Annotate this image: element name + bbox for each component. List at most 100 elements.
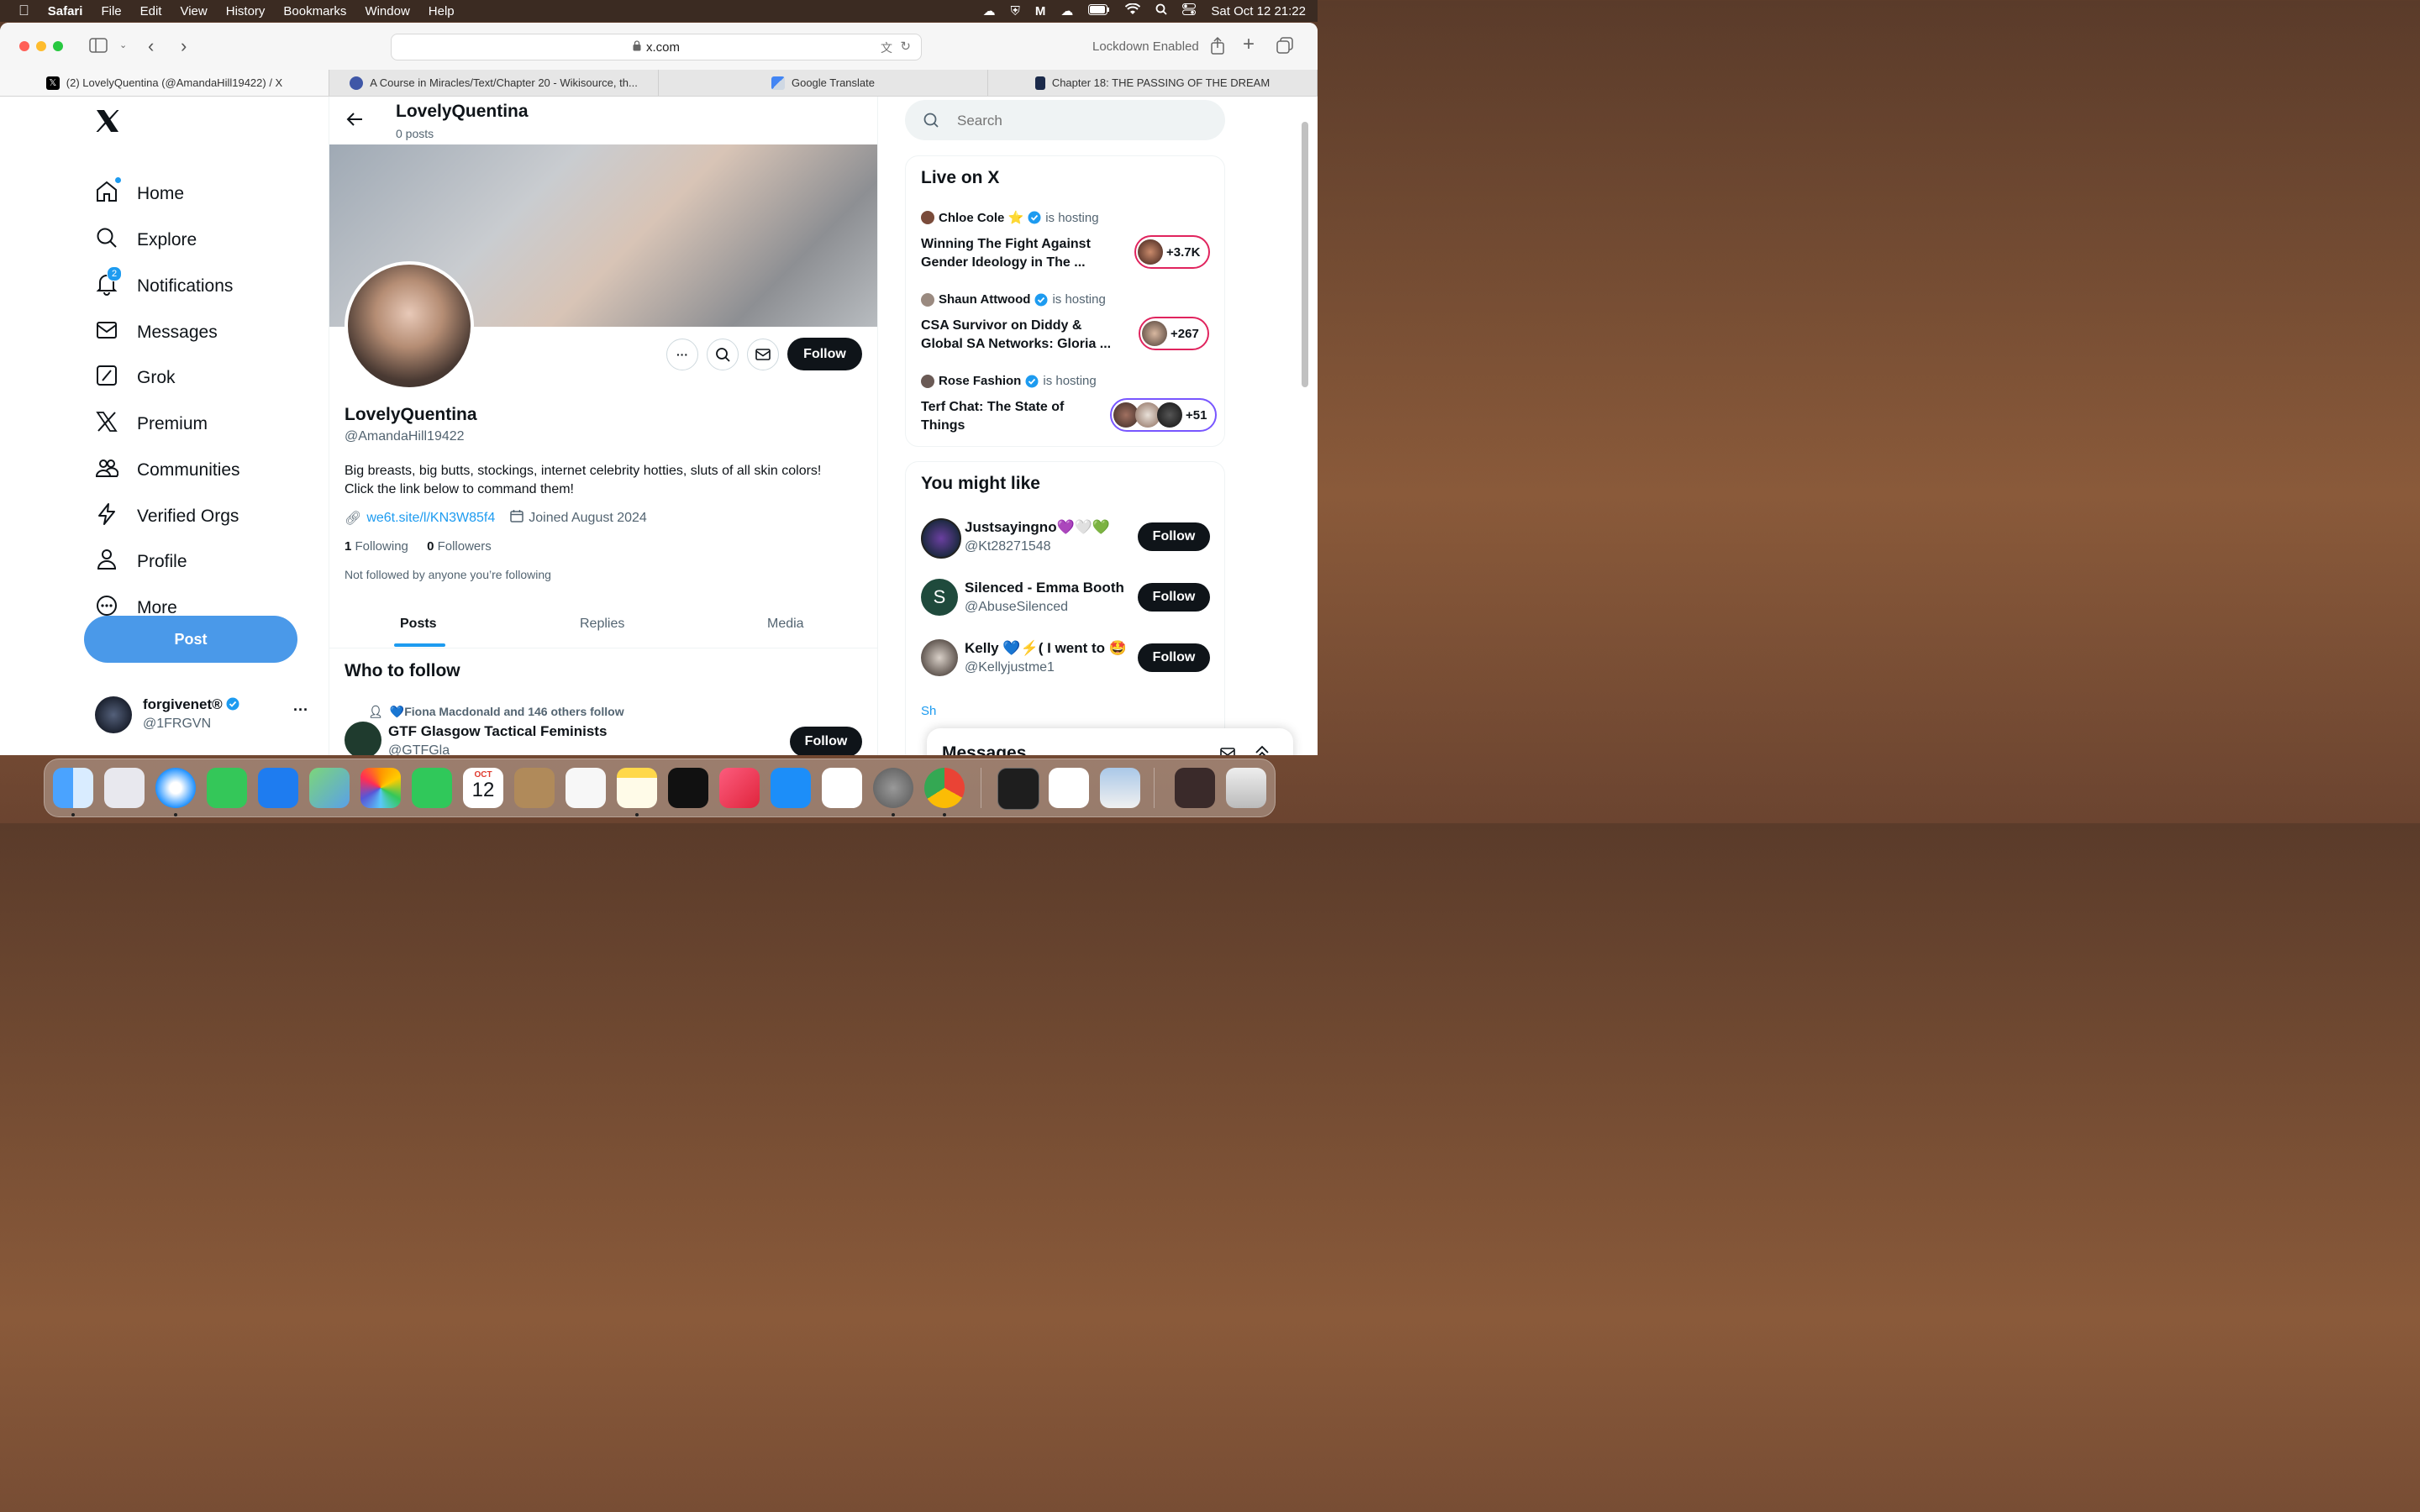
follow-button[interactable]: Follow (1138, 583, 1210, 612)
spotlight-icon[interactable] (1155, 3, 1168, 18)
translate-icon[interactable]: 文 (881, 39, 892, 56)
notes-icon[interactable] (617, 768, 657, 808)
wifi-icon[interactable] (1125, 3, 1141, 18)
avatar[interactable] (345, 722, 381, 755)
tab-media[interactable]: Media (767, 617, 804, 632)
menu-edit[interactable]: Edit (140, 4, 162, 18)
apple-tv-icon[interactable] (668, 768, 708, 808)
sidebar-toggle-icon[interactable] (89, 38, 108, 57)
tab-chapter-18[interactable]: Chapter 18: THE PASSING OF THE DREAM (988, 70, 1318, 96)
clock[interactable]: Sat Oct 12 21:22 (1211, 4, 1306, 18)
avatar[interactable] (921, 639, 958, 676)
follow-button[interactable]: Follow (787, 338, 862, 370)
follow-button[interactable]: Follow (1138, 643, 1210, 672)
zoom-window-button[interactable] (53, 41, 63, 51)
menu-help[interactable]: Help (429, 4, 455, 18)
tab-posts[interactable]: Posts (400, 617, 437, 632)
live-listeners-pill[interactable]: +3.7K (1134, 235, 1211, 269)
menu-app-name[interactable]: Safari (48, 4, 83, 18)
suggestion-name[interactable]: Kelly 💙⚡( I went to 🤩 (965, 640, 1127, 657)
avatar[interactable]: S (921, 579, 958, 616)
live-listeners-pill[interactable]: +51 (1110, 398, 1218, 432)
follow-button[interactable]: Follow (790, 727, 862, 755)
malwarebytes-icon[interactable]: M (1035, 4, 1046, 18)
maps-icon[interactable] (309, 768, 350, 808)
live-title[interactable]: Terf Chat: The State of Things (921, 398, 1064, 435)
preview-icon[interactable] (1100, 768, 1140, 808)
back-icon[interactable]: ‹ (148, 35, 154, 57)
suggestion-name[interactable]: Justsayingno💜🤍💚 (965, 519, 1110, 536)
live-title[interactable]: CSA Survivor on Diddy & Global SA Networ… (921, 317, 1111, 354)
downloads-stack-icon[interactable] (1175, 768, 1215, 808)
finder-icon[interactable] (53, 768, 93, 808)
address-bar[interactable]: x.com 文 ↻ (391, 34, 922, 60)
minimize-window-button[interactable] (36, 41, 46, 51)
following-link[interactable]: 1 Following (345, 539, 408, 554)
followers-link[interactable]: 0 Followers (427, 539, 492, 554)
menu-view[interactable]: View (180, 4, 207, 18)
mail-app-icon[interactable] (258, 768, 298, 808)
tab-google-translate[interactable]: Google Translate (659, 70, 988, 96)
launchpad-icon[interactable] (104, 768, 145, 808)
music-icon[interactable] (719, 768, 760, 808)
live-listeners-pill[interactable]: +267 (1139, 317, 1209, 350)
scrollbar-thumb[interactable] (1302, 122, 1308, 387)
show-more-link[interactable]: Sh (921, 704, 936, 718)
trash-icon[interactable] (1226, 768, 1266, 808)
post-button[interactable]: Post (84, 616, 297, 663)
live-host-name[interactable]: Rose Fashion (939, 374, 1021, 388)
menu-file[interactable]: File (101, 4, 121, 18)
tab-x-profile[interactable]: 𝕏 (2) LovelyQuentina (@AmandaHill19422) … (0, 70, 329, 96)
apple-icon[interactable]:  (18, 3, 29, 19)
nav-home[interactable]: Home (95, 177, 184, 211)
nav-explore[interactable]: Explore (95, 223, 197, 257)
search-profile-button[interactable] (707, 339, 739, 370)
nav-communities[interactable]: Communities (95, 454, 240, 487)
icloud-icon[interactable]: ☁ (1060, 3, 1073, 18)
avatar[interactable] (921, 518, 961, 559)
menu-window[interactable]: Window (365, 4, 409, 18)
freeform-icon[interactable] (822, 768, 862, 808)
safari-icon[interactable] (155, 768, 196, 808)
calendar-icon[interactable]: OCT 12 (463, 768, 503, 808)
follow-button[interactable]: Follow (1138, 522, 1210, 551)
live-host-name[interactable]: Chloe Cole ⭐ (939, 210, 1023, 225)
onedrive-icon[interactable] (1049, 768, 1089, 808)
app-store-icon[interactable] (771, 768, 811, 808)
contacts-icon[interactable] (514, 768, 555, 808)
nav-premium[interactable]: Premium (95, 407, 208, 441)
message-button[interactable] (747, 339, 779, 370)
reminders-icon[interactable] (566, 768, 606, 808)
chrome-icon[interactable] (924, 768, 965, 808)
new-tab-icon[interactable]: + (1243, 33, 1255, 56)
tab-wikisource[interactable]: A Course in Miracles/Text/Chapter 20 - W… (329, 70, 659, 96)
search-input[interactable] (955, 110, 1211, 132)
terminal-icon[interactable] (997, 768, 1039, 810)
forward-icon[interactable]: › (181, 35, 187, 57)
back-arrow-icon[interactable] (346, 112, 363, 131)
battery-icon[interactable] (1088, 3, 1110, 18)
shield-status-icon[interactable]: ⛨ (1011, 4, 1020, 18)
x-logo-icon[interactable] (95, 108, 120, 138)
close-window-button[interactable] (19, 41, 29, 51)
profile-link[interactable]: we6t.site/l/KN3W85f4 (366, 511, 495, 526)
suggestion-name[interactable]: GTF Glasgow Tactical Feminists (388, 723, 607, 740)
menu-bookmarks[interactable]: Bookmarks (283, 4, 346, 18)
menu-history[interactable]: History (226, 4, 266, 18)
tab-replies[interactable]: Replies (580, 617, 624, 632)
account-switcher[interactable]: forgivenet® @1FRGVN ··· (95, 695, 322, 735)
nav-profile[interactable]: Profile (95, 545, 187, 579)
messages-drawer[interactable]: Messages (927, 728, 1293, 755)
nav-messages[interactable]: Messages (95, 316, 218, 349)
control-center-icon[interactable] (1182, 3, 1197, 18)
live-title[interactable]: Winning The Fight Against Gender Ideolog… (921, 235, 1091, 272)
cloud-status-icon[interactable]: ☁ (983, 3, 996, 18)
facetime-icon[interactable] (412, 768, 452, 808)
more-options-button[interactable]: ··· (666, 339, 698, 370)
messages-app-icon[interactable] (207, 768, 247, 808)
live-host-name[interactable]: Shaun Attwood (939, 292, 1030, 307)
chevron-down-icon[interactable]: ⌄ (119, 39, 127, 50)
chevron-double-up-icon[interactable] (1255, 745, 1270, 755)
profile-avatar[interactable] (345, 261, 474, 391)
new-message-icon[interactable] (1220, 747, 1239, 755)
